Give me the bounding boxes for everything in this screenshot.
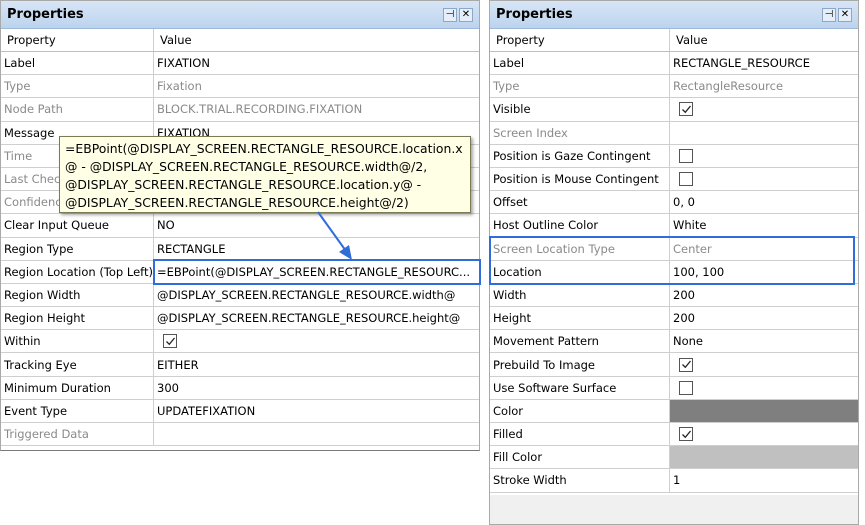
header-property: Property (490, 29, 670, 51)
row-visible[interactable]: Visible (490, 98, 858, 122)
property-label: Color (490, 399, 670, 422)
filled-checkbox[interactable] (679, 427, 693, 442)
property-value: RectangleResource (673, 79, 784, 94)
row-offset[interactable]: Offset 0, 0 (490, 191, 858, 215)
property-value[interactable]: 0, 0 (670, 191, 858, 213)
checkmark-icon (681, 105, 691, 114)
software-surface-checkbox[interactable] (679, 380, 693, 395)
property-label: Screen Index (490, 121, 670, 144)
property-value (670, 98, 858, 120)
row-color[interactable]: Color (490, 399, 858, 423)
property-value (670, 423, 858, 445)
property-label: Position is Gaze Contingent (490, 144, 670, 167)
property-value (670, 122, 858, 144)
checkmark-icon (681, 360, 691, 369)
prebuild-checkbox[interactable] (679, 357, 693, 372)
property-label: Type (490, 75, 670, 98)
property-value (670, 145, 858, 167)
property-value[interactable]: 200 (670, 284, 858, 306)
property-label: Movement Pattern (490, 330, 670, 353)
property-label: Width (490, 283, 670, 307)
property-label: Height (490, 307, 670, 330)
property-label: Location (490, 260, 670, 283)
row-screen-location-type[interactable]: Screen Location Type Center (490, 237, 858, 261)
row-label[interactable]: Label RECTANGLE_RESOURCE (490, 52, 858, 76)
row-movement-pattern[interactable]: Movement Pattern None (490, 330, 858, 354)
row-type[interactable]: Type RectangleResource (490, 75, 858, 99)
properties-panel-right: Properties ⊣ ✕ Property Value Label RECTA… (489, 0, 859, 525)
titlebar: Properties ⊣ ✕ (490, 1, 858, 29)
close-icon[interactable]: ✕ (838, 7, 852, 22)
row-host-outline-color[interactable]: Host Outline Color White (490, 214, 858, 238)
property-value[interactable]: 200 (670, 307, 858, 329)
property-value[interactable] (670, 399, 858, 422)
property-grid: Property Value Label RECTANGLE_RESOURCE T… (490, 29, 858, 493)
property-label: Screen Location Type (490, 237, 670, 260)
row-prebuild-to-image[interactable]: Prebuild To Image (490, 353, 858, 377)
property-value[interactable]: 100, 100 (670, 261, 858, 283)
gaze-contingent-checkbox[interactable] (679, 148, 693, 163)
property-value[interactable]: RECTANGLE_RESOURCE (670, 52, 858, 74)
row-use-software-surface[interactable]: Use Software Surface (490, 376, 858, 400)
header-value: Value (676, 33, 708, 47)
property-value[interactable]: White (670, 214, 858, 236)
mouse-contingent-checkbox[interactable] (679, 172, 693, 187)
property-label: Fill Color (490, 446, 670, 469)
property-label: Host Outline Color (490, 214, 670, 237)
row-height[interactable]: Height 200 (490, 307, 858, 331)
row-gaze-contingent[interactable]: Position is Gaze Contingent (490, 144, 858, 168)
row-stroke-width[interactable]: Stroke Width 1 (490, 469, 858, 493)
visible-checkbox[interactable] (679, 102, 693, 117)
row-location[interactable]: Location 100, 100 (490, 260, 858, 284)
grid-empty-area (490, 495, 858, 524)
row-screen-index[interactable]: Screen Index (490, 121, 858, 145)
property-value[interactable]: 1 (670, 469, 858, 491)
property-label: Visible (490, 98, 670, 121)
row-fill-color[interactable]: Fill Color (490, 446, 858, 470)
checkmark-icon (681, 430, 691, 438)
property-value: Center (673, 241, 712, 256)
pin-icon[interactable]: ⊣ (822, 7, 836, 22)
property-value (670, 377, 858, 399)
panel-title: Properties (496, 7, 573, 22)
grid-header: Property Value (490, 29, 858, 52)
property-label: Position is Mouse Contingent (490, 167, 670, 191)
property-value (670, 168, 858, 190)
property-label: Use Software Surface (490, 376, 670, 399)
property-label: Prebuild To Image (490, 353, 670, 376)
property-label: Stroke Width (490, 469, 670, 492)
row-width[interactable]: Width 200 (490, 283, 858, 308)
property-value[interactable] (670, 446, 858, 469)
color-swatch (670, 399, 858, 422)
property-label: Label (490, 52, 670, 75)
property-value (670, 353, 858, 375)
fill-color-swatch (670, 446, 858, 469)
property-label: Filled (490, 423, 670, 446)
property-value[interactable]: None (670, 330, 858, 352)
row-filled[interactable]: Filled (490, 423, 858, 447)
row-mouse-contingent[interactable]: Position is Mouse Contingent (490, 167, 858, 192)
property-label: Offset (490, 191, 670, 214)
